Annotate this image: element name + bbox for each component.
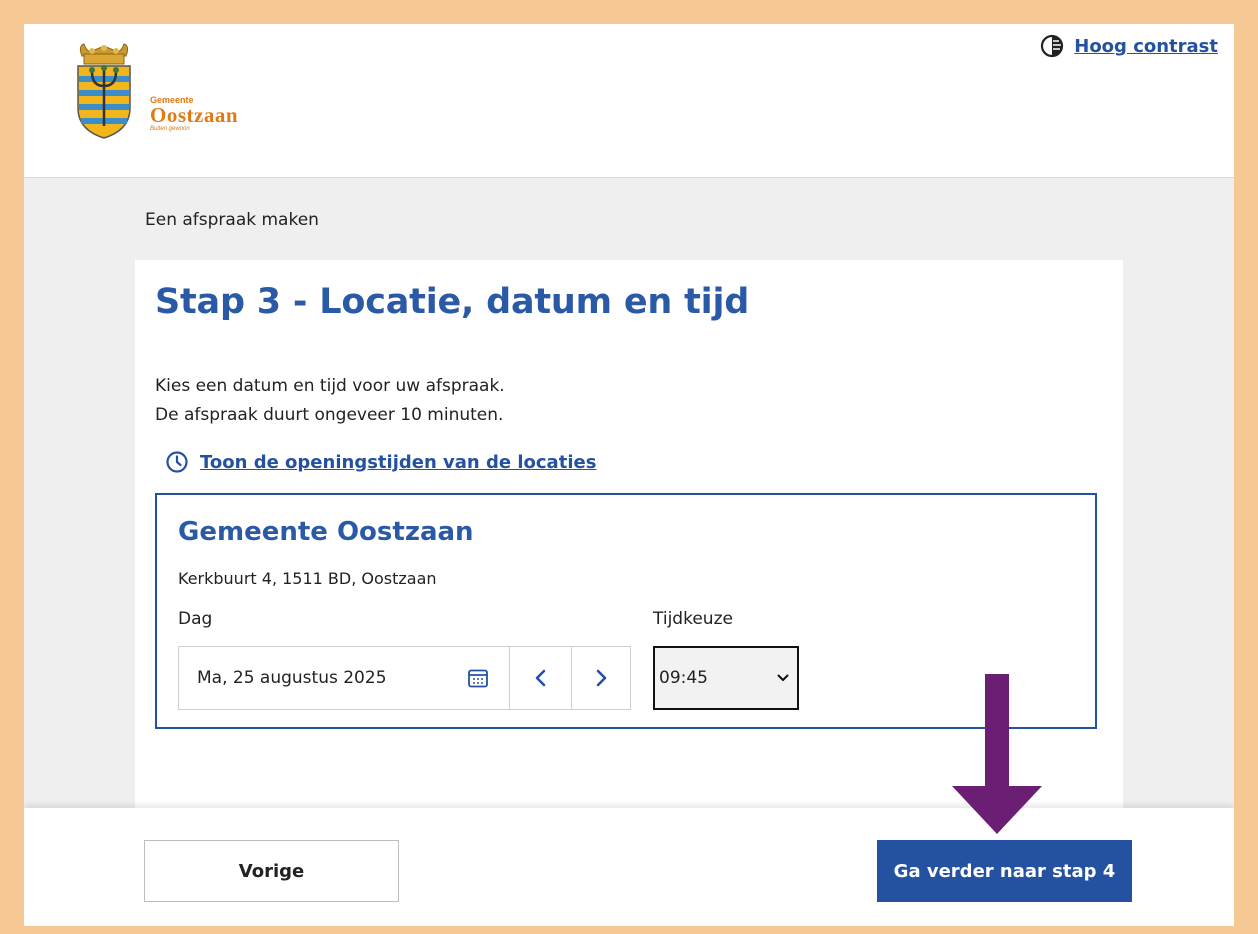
page-title: Stap 3 - Locatie, datum en tijd — [155, 282, 750, 322]
day-label: Dag — [178, 609, 213, 629]
location-address: Kerkbuurt 4, 1511 BD, Oostzaan — [178, 569, 437, 588]
intro-line-1: Kies een datum en tijd voor uw afspraak. — [155, 376, 505, 396]
time-value: 09:45 — [659, 668, 708, 688]
calendar-icon[interactable] — [467, 667, 489, 689]
contrast-icon — [1041, 34, 1064, 58]
previous-day-button[interactable] — [509, 647, 571, 709]
intro-line-2: De afspraak duurt ongeveer 10 minuten. — [155, 405, 504, 425]
time-label: Tijdkeuze — [653, 609, 733, 629]
previous-step-button[interactable]: Vorige — [144, 840, 399, 902]
clock-icon — [166, 451, 188, 473]
site-logo[interactable]: Gemeente Oostzaan Buiten gewoon — [74, 42, 274, 142]
intro-text: Kies een datum en tijd voor uw afspraak.… — [155, 372, 505, 430]
date-picker: Ma, 25 augustus 2025 — [178, 646, 631, 710]
location-name: Gemeente Oostzaan — [178, 517, 474, 547]
logo-name: Oostzaan — [150, 103, 238, 127]
chevron-left-icon — [535, 669, 545, 687]
next-step-button[interactable]: Ga verder naar stap 4 — [877, 840, 1132, 902]
chevron-right-icon — [596, 669, 607, 687]
step-navigation-footer: Vorige Ga verder naar stap 4 — [24, 808, 1234, 926]
date-input[interactable]: Ma, 25 augustus 2025 — [179, 647, 509, 709]
opening-hours-label: Toon de openingstijden van de locaties — [200, 451, 597, 473]
annotation-arrow-down-icon — [952, 674, 1042, 834]
logo-wordmark: Gemeente Oostzaan Buiten gewoon — [150, 96, 238, 133]
site-header: Gemeente Oostzaan Buiten gewoon Hoog con… — [24, 24, 1234, 178]
next-day-button[interactable] — [571, 647, 630, 709]
breadcrumb: Een afspraak maken — [145, 210, 319, 230]
high-contrast-toggle[interactable]: Hoog contrast — [1040, 34, 1218, 58]
chevron-down-icon — [777, 674, 789, 681]
high-contrast-label: Hoog contrast — [1074, 35, 1218, 57]
page-frame: Gemeente Oostzaan Buiten gewoon Hoog con… — [24, 24, 1234, 926]
date-value: Ma, 25 augustus 2025 — [197, 668, 387, 688]
opening-hours-link[interactable]: Toon de openingstijden van de locaties — [165, 450, 596, 474]
time-select[interactable]: 09:45 — [653, 646, 799, 710]
coat-of-arms-icon — [77, 43, 131, 139]
